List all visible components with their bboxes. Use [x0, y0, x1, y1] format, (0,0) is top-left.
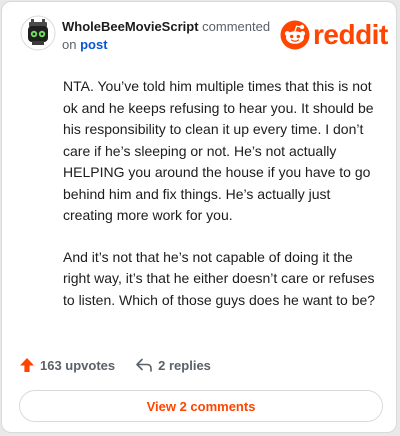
- comment-header: WholeBeeMovieScript commented on post: [62, 18, 270, 54]
- reddit-logo[interactable]: reddit: [280, 19, 388, 51]
- comment-paragraph-2: And it’s not that he’s not capable of do…: [63, 248, 376, 308]
- replies-button[interactable]: 2 replies: [135, 357, 211, 373]
- reply-arrow-icon: [136, 358, 152, 372]
- comment-body: NTA. You’ve told him multiple times that…: [63, 76, 383, 331]
- comment-card: WholeBeeMovieScript commented on post re…: [1, 1, 397, 433]
- user-avatar[interactable]: [20, 15, 56, 51]
- reddit-wordmark: reddit: [313, 19, 388, 50]
- comment-actions: 163 upvotes 2 replies: [19, 354, 211, 376]
- reddit-snoo-icon: [280, 20, 310, 50]
- username-link[interactable]: WholeBeeMovieScript: [62, 19, 199, 34]
- arrow-up-icon: [20, 358, 34, 372]
- comment-paragraph-1: NTA. You’ve told him multiple times that…: [63, 78, 374, 223]
- view-comments-button[interactable]: View 2 comments: [19, 390, 383, 422]
- post-link[interactable]: post: [80, 37, 107, 52]
- action-text: commented: [202, 19, 271, 34]
- on-text: on: [62, 37, 77, 52]
- replies-count: 2 replies: [158, 357, 211, 373]
- upvote-button[interactable]: 163 upvotes: [19, 357, 115, 373]
- upvote-count: 163 upvotes: [40, 357, 116, 373]
